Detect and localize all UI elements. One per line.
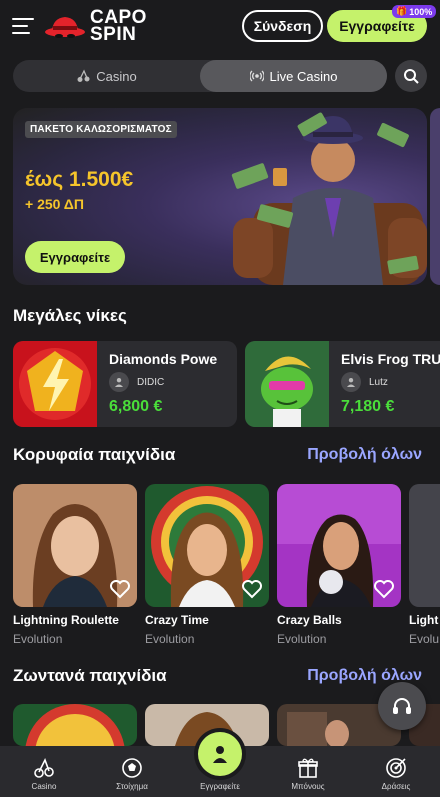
- tab-casino-label: Casino: [96, 68, 137, 84]
- banner-subtitle: + 250 ΔΠ: [25, 196, 84, 212]
- football-icon: [122, 758, 142, 778]
- mobster-illustration: [231, 112, 427, 285]
- favorite-heart-icon[interactable]: [109, 579, 131, 599]
- big-win-card[interactable]: Diamonds Powe DIDIC 6,800 €: [13, 341, 237, 427]
- bottom-nav: Casino Στοίχημα Εγγραφείτε Μπόνους Δράσε…: [0, 732, 440, 797]
- gift-icon: 🎁: [396, 6, 408, 16]
- game-title: Lightning Roulette: [13, 613, 119, 627]
- nav-register[interactable]: Εγγραφείτε: [176, 732, 264, 797]
- game-provider: Evolution: [277, 632, 327, 646]
- nav-bonus-label: Μπόνους: [291, 782, 325, 791]
- banner-amount: έως 1.500€: [25, 168, 134, 191]
- game-title: Light: [409, 613, 439, 627]
- headset-icon: [393, 698, 411, 714]
- welcome-banner[interactable]: ΠΑΚΕΤΟ ΚΑΛΩΣΟΡΙΣΜΑΤΟΣ έως 1.500€ + 250 Δ…: [13, 108, 427, 285]
- big-win-username: DIDIC: [137, 376, 165, 388]
- register-circle[interactable]: [198, 732, 242, 776]
- nav-casino-label: Casino: [31, 782, 57, 791]
- game-card[interactable]: Lightning Roulette Evolution: [13, 484, 137, 646]
- nav-register-label: Εγγραφείτε: [200, 782, 240, 791]
- bonus-badge-text: 100%: [409, 6, 433, 17]
- game-card[interactable]: Crazy Time Evolution: [145, 484, 269, 646]
- login-button[interactable]: Σύνδεση: [242, 10, 323, 42]
- target-icon: [386, 758, 406, 778]
- support-button[interactable]: [378, 682, 426, 730]
- game-card[interactable]: [13, 704, 137, 746]
- diamonds-power-thumbnail: [13, 341, 97, 427]
- game-thumbnail: [13, 704, 137, 746]
- nav-promotions-label: Δράσεις: [381, 782, 411, 791]
- top-games-title: Κορυφαία παιχνίδια: [13, 445, 176, 464]
- game-card[interactable]: Crazy Balls Evolution: [277, 484, 401, 646]
- big-win-username: Lutz: [369, 376, 388, 388]
- casino-tabs: Casino Live Casino: [13, 60, 387, 92]
- capo-hat-icon: [45, 17, 85, 38]
- game-provider: Evolution: [145, 632, 195, 646]
- bonus-badge: 🎁 100%: [392, 5, 437, 18]
- big-win-user: DIDIC: [109, 372, 164, 392]
- game-thumbnail: [13, 484, 137, 607]
- banner-tag: ΠΑΚΕΤΟ ΚΑΛΩΣΟΡΙΣΜΑΤΟΣ: [25, 121, 177, 138]
- cherries-icon: [77, 69, 90, 82]
- big-win-card[interactable]: Elvis Frog TRU Lutz 7,180 €: [245, 341, 440, 427]
- game-provider: Evolu: [409, 632, 440, 646]
- big-wins-title: Μεγάλες νίκες: [13, 306, 127, 325]
- banner-register-button[interactable]: Εγγραφείτε: [25, 241, 125, 273]
- game-card[interactable]: Light Evolu: [409, 484, 440, 646]
- logo-line2: SPIN: [90, 24, 137, 45]
- nav-sports-label: Στοίχημα: [116, 782, 148, 791]
- menu-icon[interactable]: [12, 18, 34, 34]
- next-banner-peek[interactable]: [430, 108, 440, 285]
- game-title: Crazy Time: [145, 613, 209, 627]
- big-win-user: Lutz: [341, 372, 388, 392]
- live-games-title: Ζωντανά παιχνίδια: [13, 666, 167, 685]
- elvis-frog-thumbnail: [245, 341, 329, 427]
- big-win-amount: 7,180 €: [341, 398, 395, 415]
- tab-live-casino-label: Live Casino: [269, 68, 338, 84]
- live-signal-icon: [249, 70, 264, 82]
- search-button[interactable]: [395, 60, 427, 92]
- nav-casino[interactable]: Casino: [0, 746, 88, 797]
- nav-sports[interactable]: Στοίχημα: [88, 746, 176, 797]
- top-games-view-all-link[interactable]: Προβολή όλων: [307, 446, 422, 464]
- user-icon: [213, 746, 227, 763]
- game-thumbnail: [277, 484, 401, 607]
- tab-live-casino[interactable]: Live Casino: [200, 60, 387, 92]
- nav-bonus[interactable]: Μπόνους: [264, 746, 352, 797]
- search-icon: [404, 69, 419, 84]
- favorite-heart-icon[interactable]: [373, 579, 395, 599]
- nav-promotions[interactable]: Δράσεις: [352, 746, 440, 797]
- user-icon: [109, 372, 129, 392]
- game-thumbnail: [145, 484, 269, 607]
- game-title: Crazy Balls: [277, 613, 342, 627]
- game-thumbnail: [409, 484, 440, 607]
- gift-icon: [298, 758, 318, 778]
- logo[interactable]: CAPO SPIN: [44, 8, 147, 45]
- tab-casino[interactable]: Casino: [13, 60, 200, 92]
- user-icon: [341, 372, 361, 392]
- big-win-game: Diamonds Powe: [109, 351, 218, 367]
- favorite-heart-icon[interactable]: [241, 579, 263, 599]
- big-win-game: Elvis Frog TRU: [341, 351, 440, 367]
- game-provider: Evolution: [13, 632, 63, 646]
- big-win-amount: 6,800 €: [109, 398, 163, 415]
- cherries-icon: [34, 757, 54, 778]
